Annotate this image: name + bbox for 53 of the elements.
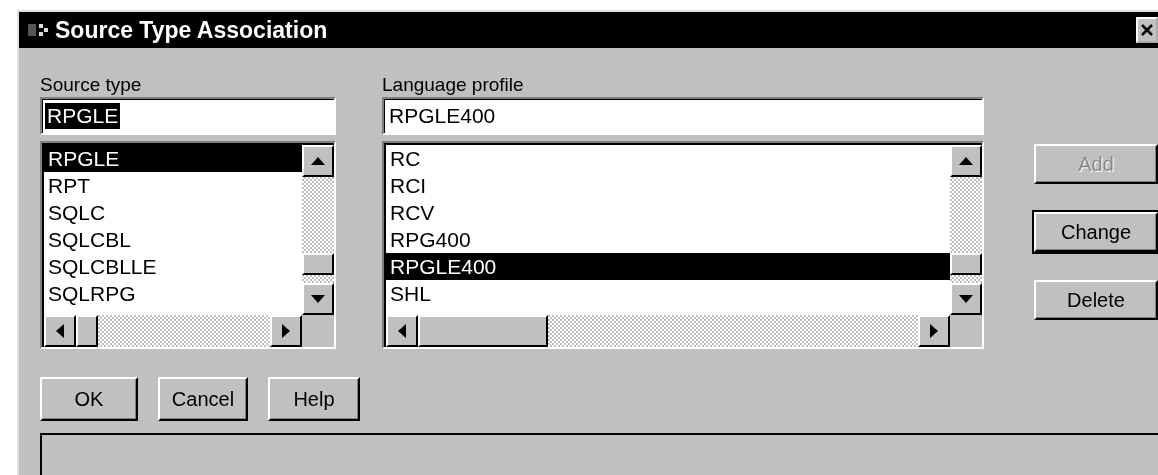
up-arrow-icon [311,157,325,165]
field-label: Language profile [382,74,525,96]
scroll-thumb[interactable] [302,253,334,275]
list-item[interactable]: SQLCBLLE [44,253,302,280]
right-arrow-icon [282,324,290,338]
field-label: Source type [40,74,143,96]
input-field[interactable]: RPGLE400 [382,97,984,135]
vertical-scrollbar[interactable] [302,145,334,315]
list-item[interactable]: SQLCBL [44,226,302,253]
down-arrow-icon [311,295,325,303]
scroll-left-button[interactable] [44,315,76,347]
dialog-button[interactable]: Help [268,377,360,421]
scroll-right-button[interactable] [270,315,302,347]
close-button[interactable] [1136,17,1158,43]
app-icon [27,21,49,39]
left-arrow-icon [56,324,64,338]
scroll-thumb[interactable] [950,253,982,275]
field-value: RPGLE [45,103,121,129]
scroll-up-button[interactable] [302,145,334,177]
horizontal-scrollbar[interactable] [44,315,302,347]
window-title: Source Type Association [55,16,328,44]
scroll-right-button[interactable] [918,315,950,347]
field-value: RPGLE400 [388,103,497,129]
list-item[interactable]: RCI [386,172,950,199]
list-item[interactable]: RC [386,145,950,172]
list-item[interactable]: RCV [386,199,950,226]
close-icon [1140,23,1154,37]
list-item[interactable]: RPGLE400 [386,253,950,280]
scroll-left-button[interactable] [386,315,418,347]
dialog-button[interactable]: OK [40,377,138,421]
list-item[interactable]: SHL [386,280,950,307]
vertical-scrollbar[interactable] [950,145,982,315]
left-arrow-icon [398,324,406,338]
scrollbar-corner [302,315,334,347]
action-button[interactable]: Change [1034,212,1158,252]
right-arrow-icon [930,324,938,338]
horizontal-scrollbar[interactable] [386,315,950,347]
scroll-down-button[interactable] [302,283,334,315]
list-item[interactable]: RPGLE [44,145,302,172]
down-arrow-icon [959,295,973,303]
scrollbar-corner [950,315,982,347]
scroll-thumb[interactable] [76,315,98,347]
list-item[interactable]: SQLRPG [44,280,302,307]
input-field[interactable]: RPGLE [40,97,336,135]
list-item[interactable]: SQLC [44,199,302,226]
up-arrow-icon [959,157,973,165]
scroll-up-button[interactable] [950,145,982,177]
scroll-down-button[interactable] [950,283,982,315]
scroll-thumb[interactable] [418,315,548,347]
list-item[interactable]: RPT [44,172,302,199]
list-item[interactable]: RPG400 [386,226,950,253]
dialog-button[interactable]: Cancel [158,377,248,421]
action-button[interactable]: Delete [1034,280,1158,320]
